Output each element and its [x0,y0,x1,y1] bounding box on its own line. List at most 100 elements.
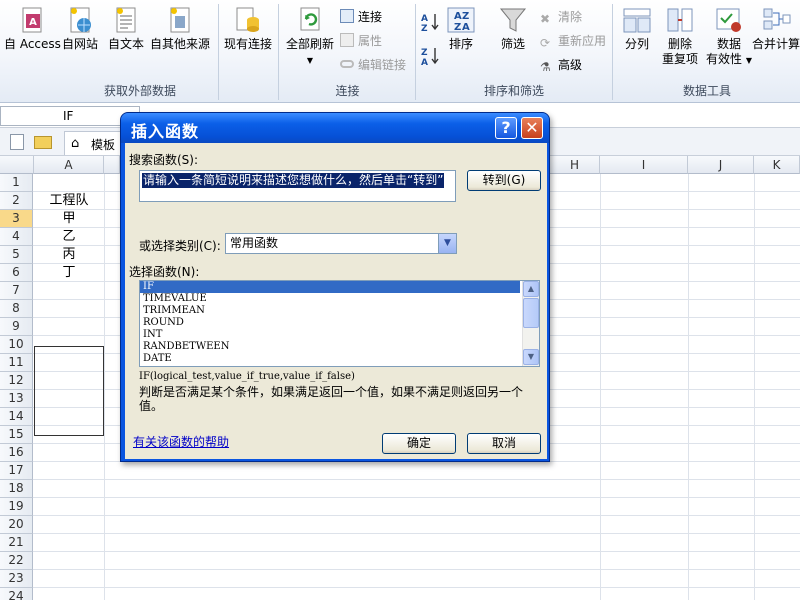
search-function-input[interactable]: 请输入一条简短说明来描述您想做什么，然后单击“转到” [139,170,456,202]
row-header[interactable]: 7 [0,282,33,300]
tab-template[interactable]: ⌂ 模板 [64,131,123,155]
svg-text:A: A [462,22,470,33]
list-item[interactable]: INT [140,329,539,341]
column-header[interactable]: H [550,156,600,174]
row-header[interactable]: 17 [0,462,33,480]
row-header[interactable]: 16 [0,444,33,462]
from-other-sources-button[interactable]: 自其他来源 [150,6,210,52]
from-access-button[interactable]: A 自 Access [4,6,61,52]
row-header[interactable]: 2 [0,192,33,210]
insert-function-dialog: 插入函数 ? ✕ 搜索函数(S): 请输入一条简短说明来描述您想做什么，然后单击… [120,112,550,462]
chevron-down-icon[interactable]: ▼ [438,234,456,253]
row-header[interactable]: 9 [0,318,33,336]
row-header[interactable]: 4 [0,228,33,246]
column-header[interactable]: K [754,156,800,174]
select-all-corner[interactable] [0,156,34,174]
list-item[interactable]: ROUND [140,317,539,329]
link-icon [340,60,354,68]
edit-links-button[interactable]: 编辑链接 [340,56,406,74]
sort-button[interactable]: AZZA 排序 [446,6,476,52]
group-label-data-tools: 数据工具 [682,84,731,98]
row-header[interactable]: 15 [0,426,33,444]
clear-filter-button[interactable]: ✖ 清除 [540,8,582,26]
cell-a5[interactable]: 丙 [34,246,104,264]
row-header[interactable]: 1 [0,174,33,192]
row-header[interactable]: 21 [0,534,33,552]
row-header[interactable]: 5 [0,246,33,264]
row-header[interactable]: 23 [0,570,33,588]
row-header[interactable]: 14 [0,408,33,426]
cancel-button[interactable]: 取消 [467,433,541,454]
column-header[interactable] [104,156,120,174]
group-separator [612,4,613,100]
scroll-thumb[interactable] [523,298,539,328]
cell-a2[interactable]: 工程队 [34,192,104,210]
from-text-button[interactable]: 自文本 [108,6,144,52]
team-table-border [34,346,104,436]
column-header[interactable]: A [34,156,104,174]
home-icon: ⌂ [71,136,80,151]
advanced-filter-button[interactable]: ⚗ 高级 [540,56,582,74]
list-item[interactable]: IF [140,281,520,293]
cell-a3[interactable]: 甲 [34,210,104,228]
data-validation-button[interactable]: 数据 有效性 ▼ [706,6,752,68]
row-header[interactable]: 12 [0,372,33,390]
row-header[interactable]: 13 [0,390,33,408]
refresh-all-button[interactable]: 全部刷新 ▼ [286,6,334,67]
svg-text:Z: Z [421,48,428,58]
scroll-up-icon[interactable]: ▲ [523,281,539,297]
function-list[interactable]: IF TIMEVALUE TRIMMEAN ROUND INT RANDBETW… [139,280,540,367]
function-help-link[interactable]: 有关该函数的帮助 [133,433,229,450]
list-scrollbar[interactable]: ▲ ▼ [522,281,539,366]
row-header[interactable]: 18 [0,480,33,498]
consolidate-button[interactable]: 合并计算 [752,6,800,52]
cell-a4[interactable]: 乙 [34,228,104,246]
group-label-connections: 连接 [335,84,360,98]
ok-button[interactable]: 确定 [382,433,456,454]
text-to-columns-button[interactable]: 分列 [622,6,652,52]
list-item[interactable]: DATE [140,353,539,365]
function-syntax: IF(logical_test,value_if_true,value_if_f… [139,371,355,382]
remove-duplicates-button[interactable]: 删除 重复项 [662,6,698,67]
category-select[interactable]: 常用函数 ▼ [225,233,457,254]
row-header[interactable]: 3 [0,210,33,228]
sort-dialog-icon: A ZZ A [447,7,475,33]
row-header[interactable]: 22 [0,552,33,570]
dialog-title-bar[interactable]: 插入函数 ? ✕ [121,113,549,143]
go-button[interactable]: 转到(G) [467,170,541,191]
row-header[interactable]: 10 [0,336,33,354]
sort-desc-button[interactable]: ZA [420,46,442,70]
close-icon[interactable]: ✕ [521,117,543,139]
existing-connections-button[interactable]: 现有连接 [224,6,272,52]
help-icon[interactable]: ? [495,117,517,139]
sort-asc-button[interactable]: AZ [420,12,442,36]
reapply-button[interactable]: ⟳ 重新应用 [540,32,606,50]
column-header[interactable]: I [600,156,688,174]
name-box[interactable]: IF [0,106,140,126]
clear-filter-icon: ✖ [540,12,551,26]
text-file-icon [116,7,136,33]
list-item[interactable]: RANDBETWEEN [140,341,539,353]
properties-button[interactable]: 属性 [340,32,382,50]
row-header[interactable]: 8 [0,300,33,318]
row-header[interactable]: 20 [0,516,33,534]
from-web-button[interactable]: 自网站 [62,6,98,52]
row-header[interactable]: 6 [0,264,33,282]
cell-a6[interactable]: 丁 [34,264,104,282]
new-document-icon[interactable] [10,134,24,150]
list-item[interactable]: TRIMMEAN [140,305,539,317]
list-item[interactable]: TIMEVALUE [140,293,539,305]
scroll-down-icon[interactable]: ▼ [523,349,539,365]
existing-connections-icon [236,7,259,32]
dialog-title: 插入函数 [131,122,200,141]
dialog-body: 搜索函数(S): 请输入一条简短说明来描述您想做什么，然后单击“转到” 转到(G… [125,143,547,459]
filter-button[interactable]: 筛选 [498,6,528,52]
column-header[interactable]: J [688,156,754,174]
connections-button[interactable]: 连接 [340,8,382,26]
search-function-label: 搜索函数(S): [129,153,199,167]
row-header[interactable]: 24 [0,588,33,600]
sort-ascending-icon: AZ [421,14,439,34]
folder-icon[interactable] [34,136,52,149]
row-header[interactable]: 11 [0,354,33,372]
row-header[interactable]: 19 [0,498,33,516]
